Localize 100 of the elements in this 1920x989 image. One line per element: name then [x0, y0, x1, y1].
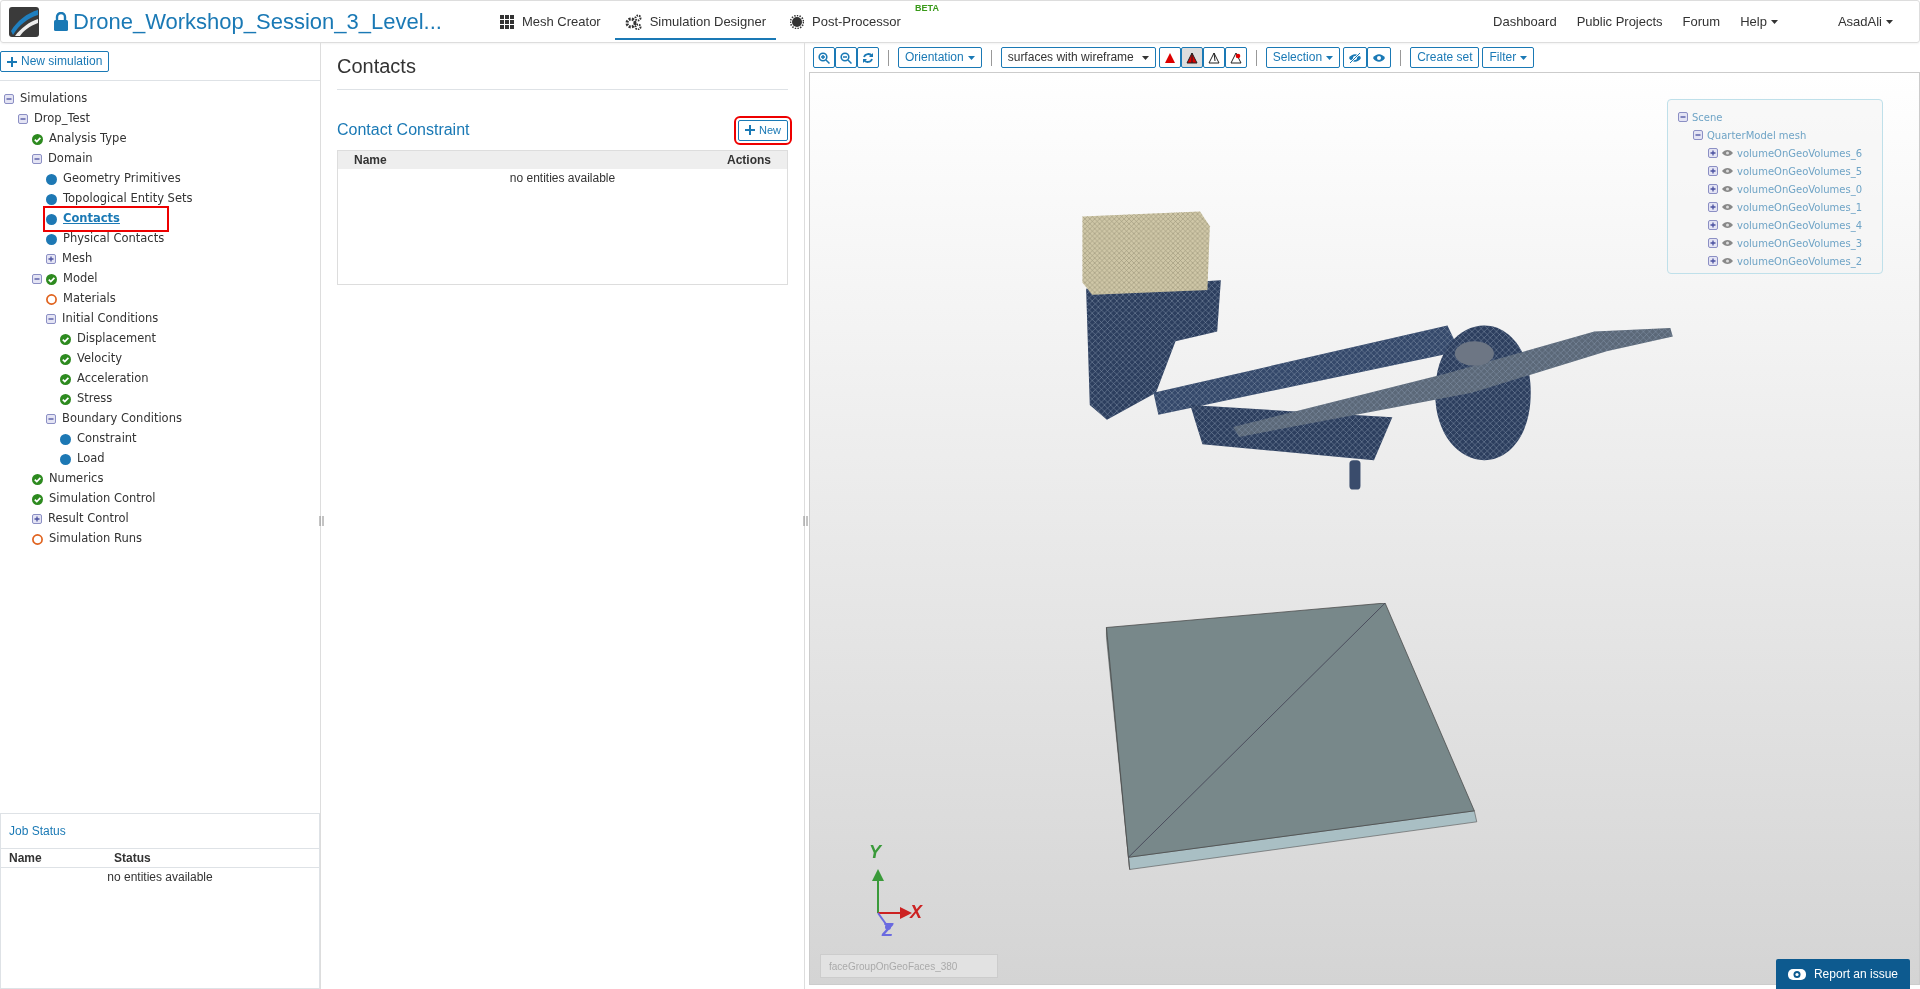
ring-icon	[46, 293, 57, 305]
zoom-out-icon	[840, 51, 852, 64]
zoom-in-button[interactable]	[813, 47, 835, 68]
nav-link[interactable]: Help	[1740, 11, 1778, 32]
plus-icon	[7, 56, 17, 67]
tree-item[interactable]: Materials	[46, 289, 320, 309]
tree-item[interactable]: Velocity	[60, 349, 320, 369]
grid-icon	[499, 14, 514, 29]
empty-message: no entities available	[106, 869, 214, 886]
eye-icon[interactable]	[1722, 203, 1733, 211]
caret-icon	[1886, 19, 1893, 24]
collapse-icon[interactable]	[18, 114, 28, 124]
expand-icon[interactable]	[46, 254, 56, 264]
plus-icon	[745, 125, 755, 135]
collapse-icon[interactable]	[4, 94, 14, 104]
triangle-mode-icon	[1163, 51, 1176, 64]
check-circle-icon	[46, 273, 57, 285]
empty-message: no entities available	[508, 170, 617, 187]
triangle-mode-button[interactable]	[1180, 47, 1203, 68]
expand-icon[interactable]	[1708, 166, 1718, 176]
selection-dropdown[interactable]: Selection	[1265, 47, 1341, 68]
collapse-icon[interactable]	[32, 154, 42, 164]
caret-icon	[1770, 19, 1778, 24]
refresh-icon	[862, 51, 874, 64]
expand-icon[interactable]	[1708, 256, 1718, 266]
panel-title: Job Status	[1, 814, 319, 849]
collapse-icon[interactable]	[32, 274, 42, 284]
tree-item[interactable]: Drop_Test	[18, 109, 320, 129]
tree-item[interactable]: Model	[32, 269, 320, 289]
collapse-icon[interactable]	[1678, 112, 1688, 122]
logo-icon	[9, 6, 39, 37]
column-header: Actions	[727, 152, 771, 169]
tree-item[interactable]: Simulations	[4, 89, 320, 109]
selection-field[interactable]: faceGroupOnGeoFaces_380	[820, 954, 998, 978]
tree-item[interactable]: Mesh	[46, 249, 320, 269]
drag-handle-icon	[319, 516, 324, 526]
new-simulation-button[interactable]: New simulation	[0, 51, 110, 72]
column-header: Status	[114, 850, 151, 867]
tree-item[interactable]: Topological Entity Sets	[46, 189, 320, 209]
caret-icon	[967, 55, 975, 60]
tree-item[interactable]: Acceleration	[60, 369, 320, 389]
eye-icon[interactable]	[1722, 149, 1733, 157]
tree-item[interactable]: Displacement	[60, 329, 320, 349]
check-circle-icon	[32, 133, 43, 145]
tree-item[interactable]: Domain	[32, 149, 320, 169]
triangle-mode-button[interactable]	[1224, 47, 1247, 68]
collapse-icon[interactable]	[1693, 130, 1703, 140]
tree-item[interactable]: Simulation Runs	[32, 529, 320, 549]
eye-icon[interactable]	[1722, 239, 1733, 247]
eye-icon[interactable]	[1722, 167, 1733, 175]
tree-item[interactable]: Initial Conditions	[46, 309, 320, 329]
hide-button[interactable]	[1343, 47, 1368, 68]
axis-label: Y	[869, 843, 881, 861]
hide-icon	[1348, 51, 1363, 64]
tree-item[interactable]: Constraint	[60, 429, 320, 449]
eye-icon[interactable]	[1722, 221, 1733, 229]
nav-link[interactable]: Public Projects	[1576, 11, 1663, 32]
expand-icon[interactable]	[1708, 148, 1718, 158]
collapse-icon[interactable]	[46, 314, 56, 324]
nav-tab[interactable]: Mesh Creator	[489, 2, 611, 41]
tree-item[interactable]: Geometry Primitives	[46, 169, 320, 189]
zoom-out-button[interactable]	[835, 47, 857, 68]
nav-link[interactable]: Forum	[1682, 11, 1721, 32]
filter-dropdown[interactable]: Filter	[1482, 47, 1535, 68]
project-title[interactable]: Drone_Workshop_Session_3_Level...	[73, 5, 442, 38]
orientation-dropdown[interactable]: Orientation	[898, 47, 982, 68]
tree-item[interactable]: Analysis Type	[32, 129, 320, 149]
expand-icon[interactable]	[1708, 238, 1718, 248]
nav-tab[interactable]: Simulation Designer	[614, 2, 777, 41]
expand-icon[interactable]	[1708, 202, 1718, 212]
show-button[interactable]	[1367, 47, 1392, 68]
triangle-mode-button[interactable]	[1158, 47, 1181, 68]
collapse-icon[interactable]	[46, 414, 56, 424]
tree-item[interactable]: Result Control	[32, 509, 320, 529]
tree-item[interactable]: Physical Contacts	[46, 229, 320, 249]
render-mode-select[interactable]: surfaces with wireframe	[1000, 47, 1156, 68]
nav-link[interactable]: AsadAli	[1837, 11, 1893, 32]
zoom-in-icon	[818, 51, 830, 64]
nav-tab[interactable]: Post-Processor	[780, 2, 911, 41]
dot-icon	[46, 193, 57, 205]
drag-handle-icon	[803, 516, 808, 526]
tree-item[interactable]: Load	[60, 449, 320, 469]
report-issue-button[interactable]: Report an issue	[1775, 959, 1910, 989]
check-circle-icon	[60, 373, 71, 385]
expand-icon[interactable]	[1708, 220, 1718, 230]
tree-item[interactable]: Numerics	[32, 469, 320, 489]
eye-icon[interactable]	[1722, 185, 1733, 193]
nav-link[interactable]: Dashboard	[1493, 11, 1557, 32]
tree-item[interactable]: Contacts	[46, 209, 166, 229]
tree-item[interactable]: Simulation Control	[32, 489, 320, 509]
expand-icon[interactable]	[1708, 184, 1718, 194]
tree-item[interactable]: Stress	[60, 389, 320, 409]
triangle-mode-icon	[1185, 51, 1198, 64]
axis-label: X	[910, 903, 922, 921]
expand-icon[interactable]	[32, 514, 42, 524]
refresh-button[interactable]	[857, 47, 879, 68]
create-set-button[interactable]: Create set	[1410, 47, 1480, 68]
tree-item[interactable]: Boundary Conditions	[46, 409, 320, 429]
triangle-mode-button[interactable]	[1202, 47, 1225, 68]
eye-icon[interactable]	[1722, 257, 1733, 265]
